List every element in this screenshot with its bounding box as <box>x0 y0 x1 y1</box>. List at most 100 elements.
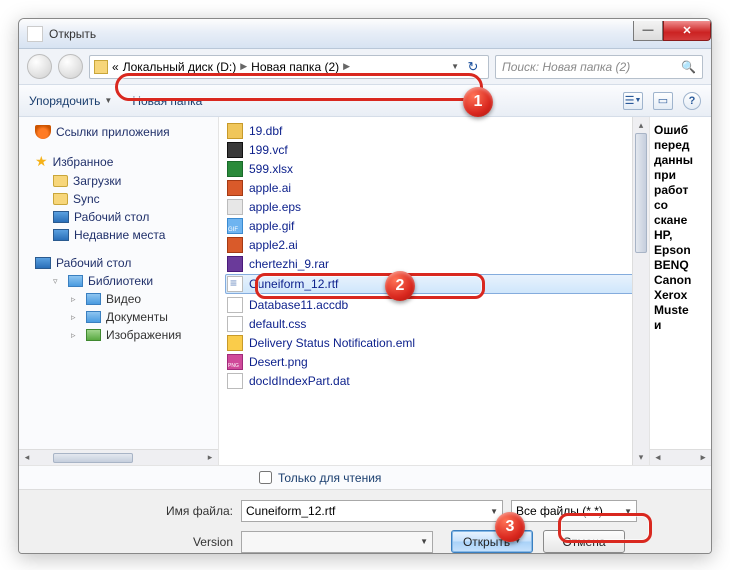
preview-pane-button[interactable]: ▭ <box>653 92 673 110</box>
file-name: Database11.accdb <box>249 298 348 312</box>
expand-icon[interactable]: ▹ <box>71 330 81 341</box>
toolbar: Упорядочить ▼ Новая папка ☰ ▼ ▭ ? <box>19 85 711 117</box>
breadcrumb-part-folder[interactable]: Новая папка (2) <box>251 60 339 74</box>
help-button[interactable]: ? <box>683 92 701 110</box>
preview-line: работ <box>654 183 707 198</box>
view-options-button[interactable]: ☰ ▼ <box>623 92 643 110</box>
expand-icon[interactable]: ▹ <box>71 312 81 323</box>
organize-button[interactable]: Упорядочить ▼ <box>29 94 112 108</box>
preview-line: Xerox <box>654 288 707 303</box>
file-row[interactable]: Desert.png <box>219 352 649 371</box>
breadcrumb-chevrons: « <box>112 60 119 74</box>
file-row[interactable]: apple.gif <box>219 216 649 235</box>
scroll-left-icon[interactable]: ◂ <box>19 452 35 463</box>
breadcrumb-dropdown[interactable]: ▼↻ <box>451 59 484 75</box>
file-row[interactable]: default.css <box>219 314 649 333</box>
preview-line: со <box>654 198 707 213</box>
scroll-thumb[interactable] <box>53 453 133 463</box>
file-name: apple2.ai <box>249 238 298 252</box>
search-icon: 🔍 <box>681 60 696 74</box>
file-row[interactable]: apple2.ai <box>219 235 649 254</box>
ai-file-icon <box>227 180 243 196</box>
filelist-vscrollbar[interactable]: ▴ ▾ <box>632 117 649 465</box>
sidebar-videos[interactable]: ▹Видео <box>23 290 214 308</box>
file-row[interactable]: apple.ai <box>219 178 649 197</box>
scroll-right-icon[interactable]: ▸ <box>202 452 218 463</box>
version-select[interactable]: ▼ <box>241 531 433 553</box>
preview-line: HP, <box>654 228 707 243</box>
sidebar-downloads[interactable]: Загрузки <box>23 172 214 190</box>
file-row[interactable]: apple.eps <box>219 197 649 216</box>
scroll-right-icon[interactable]: ▸ <box>695 450 711 465</box>
sidebar-hscrollbar[interactable]: ◂ ▸ <box>19 449 218 465</box>
file-name: chertezhi_9.rar <box>249 257 329 271</box>
scroll-left-icon[interactable]: ◂ <box>650 450 666 465</box>
sidebar-favorites[interactable]: ★Избранное <box>23 151 214 172</box>
open-button[interactable]: Открыть▼ <box>451 530 533 553</box>
chevron-down-icon: ▼ <box>514 538 521 545</box>
file-row[interactable]: chertezhi_9.rar <box>219 254 649 273</box>
file-name: apple.eps <box>249 200 301 214</box>
ai-file-icon <box>227 237 243 253</box>
file-list[interactable]: 19.dbf 199.vcf 599.xlsxapple.ai apple.eps ap… <box>219 117 649 465</box>
nav-forward-button[interactable] <box>58 54 83 79</box>
sidebar-recent[interactable]: Недавние места <box>23 226 214 244</box>
sidebar-documents[interactable]: ▹Документы <box>23 308 214 326</box>
filename-label: Имя файла: <box>33 504 233 518</box>
breadcrumb-part-drive[interactable]: Локальный диск (D:) <box>123 60 237 74</box>
minimize-button[interactable]: — <box>633 21 663 41</box>
readonly-label: Только для чтения <box>278 471 381 485</box>
refresh-icon[interactable]: ↻ <box>462 59 484 75</box>
expand-icon[interactable]: ▿ <box>53 276 63 287</box>
dbf-file-icon <box>227 123 243 139</box>
preview-pane: ОшибпередданныприработсосканеHP,EpsonBEN… <box>649 117 711 465</box>
readonly-checkbox[interactable] <box>259 471 272 484</box>
file-name: 199.vcf <box>249 143 288 157</box>
new-folder-button[interactable]: Новая папка <box>132 94 202 108</box>
chevron-right-icon: ▶ <box>343 61 350 72</box>
close-button[interactable]: ✕ <box>663 21 711 41</box>
preview-line: скане <box>654 213 707 228</box>
filename-input[interactable]: Cuneiform_12.rtf▼ <box>241 500 503 522</box>
sidebar-sync[interactable]: Sync <box>23 190 214 208</box>
file-row[interactable]: Database11.accdb <box>219 295 649 314</box>
filetype-select[interactable]: Все файлы (*.*)▼ <box>511 500 637 522</box>
nav-back-button[interactable] <box>27 54 52 79</box>
preview-line: Epson <box>654 243 707 258</box>
file-row[interactable]: 19.dbf <box>219 121 649 140</box>
rar-file-icon <box>227 256 243 272</box>
file-row[interactable]: docIdIndexPart.dat <box>219 371 649 390</box>
sidebar-app-links[interactable]: Ссылки приложения <box>23 123 214 141</box>
folder-icon <box>53 175 68 187</box>
eps-file-icon <box>227 199 243 215</box>
libraries-icon <box>68 275 83 287</box>
window-buttons: — ✕ <box>633 27 711 41</box>
preview-hscrollbar[interactable]: ◂ ▸ <box>650 449 711 465</box>
open-file-dialog: Открыть — ✕ « Локальный диск (D:) ▶ Нова… <box>18 18 712 554</box>
file-row[interactable]: 599.xlsx <box>219 159 649 178</box>
search-input[interactable]: Поиск: Новая папка (2) 🔍 <box>495 55 703 79</box>
rtf-file-icon <box>227 276 243 292</box>
sidebar-pictures[interactable]: ▹Изображения <box>23 326 214 344</box>
file-row[interactable]: 199.vcf <box>219 140 649 159</box>
chevron-down-icon: ▼ <box>420 537 428 546</box>
file-row[interactable]: Delivery Status Notification.eml <box>219 333 649 352</box>
scroll-up-icon[interactable]: ▴ <box>633 117 649 133</box>
png-file-icon <box>227 354 243 370</box>
sidebar-desktop[interactable]: Рабочий стол <box>23 208 214 226</box>
scroll-thumb[interactable] <box>635 133 647 253</box>
app-icon <box>27 26 43 42</box>
file-row[interactable]: Cuneiform_12.rtf <box>225 274 643 294</box>
cancel-button[interactable]: Отмена <box>543 530 625 553</box>
scroll-down-icon[interactable]: ▾ <box>633 449 649 465</box>
expand-icon[interactable]: ▹ <box>71 294 81 305</box>
preview-line: Ошиб <box>654 123 707 138</box>
folder-icon <box>53 193 68 205</box>
version-label: Version <box>33 535 233 549</box>
options-strip: Только для чтения <box>19 465 711 489</box>
sidebar-desktop-root[interactable]: Рабочий стол <box>23 254 214 272</box>
sidebar-libraries[interactable]: ▿Библиотеки <box>23 272 214 290</box>
file-name: Cuneiform_12.rtf <box>249 277 338 291</box>
breadcrumb[interactable]: « Локальный диск (D:) ▶ Новая папка (2) … <box>89 55 489 79</box>
titlebar: Открыть — ✕ <box>19 19 711 49</box>
